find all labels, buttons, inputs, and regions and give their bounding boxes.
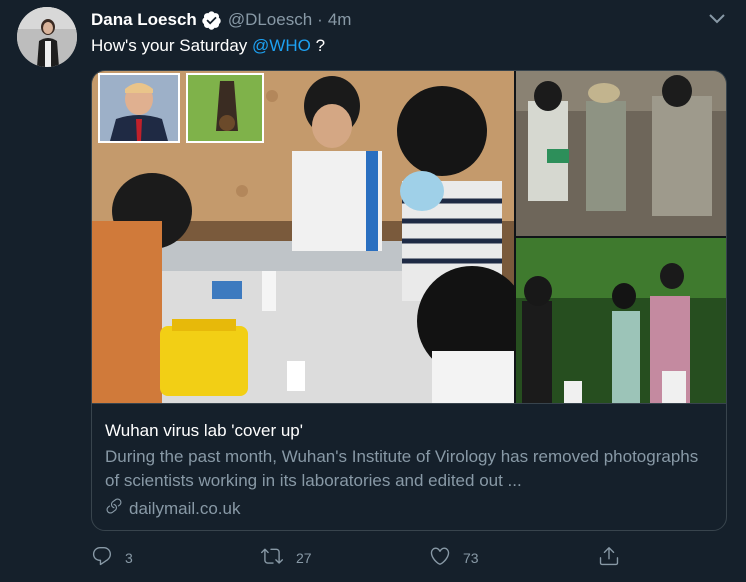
link-icon: [105, 497, 129, 520]
link-card[interactable]: Wuhan virus lab 'cover up' During the pa…: [91, 70, 727, 531]
retweet-button[interactable]: 27: [260, 545, 312, 570]
card-description: During the past month, Wuhan's Institute…: [105, 447, 699, 490]
reply-icon: [91, 545, 125, 570]
card-title: Wuhan virus lab 'cover up': [105, 421, 303, 440]
tweet-actions: 3 27 73: [91, 545, 631, 571]
verified-badge-icon: [201, 10, 222, 31]
tweet-header: Dana Loesch @DLoesch · 4m: [91, 9, 351, 31]
mention-link[interactable]: @WHO: [252, 36, 311, 55]
reply-button[interactable]: 3: [91, 545, 133, 570]
tweet-text-after: ?: [310, 36, 326, 55]
share-button[interactable]: [598, 545, 632, 570]
retweet-count: 27: [296, 549, 312, 566]
timestamp[interactable]: 4m: [328, 10, 352, 30]
share-icon: [598, 545, 632, 570]
like-count: 73: [463, 549, 479, 566]
card-domain: dailymail.co.uk: [105, 497, 241, 520]
tweet-text-before: How's your Saturday: [91, 36, 253, 55]
card-domain-text[interactable]: dailymail.co.uk: [129, 499, 241, 519]
reply-count: 3: [125, 549, 133, 566]
retweet-icon: [260, 545, 296, 570]
chevron-down-icon[interactable]: [708, 12, 726, 26]
avatar[interactable]: [17, 7, 77, 67]
author-handle[interactable]: @DLoesch: [228, 10, 312, 30]
author-name[interactable]: Dana Loesch: [91, 10, 197, 30]
separator: ·: [317, 10, 323, 29]
heart-icon: [429, 545, 463, 570]
tweet-text: How's your Saturday @WHO ?: [91, 36, 325, 56]
like-button[interactable]: 73: [429, 545, 479, 570]
card-image: [92, 71, 726, 404]
